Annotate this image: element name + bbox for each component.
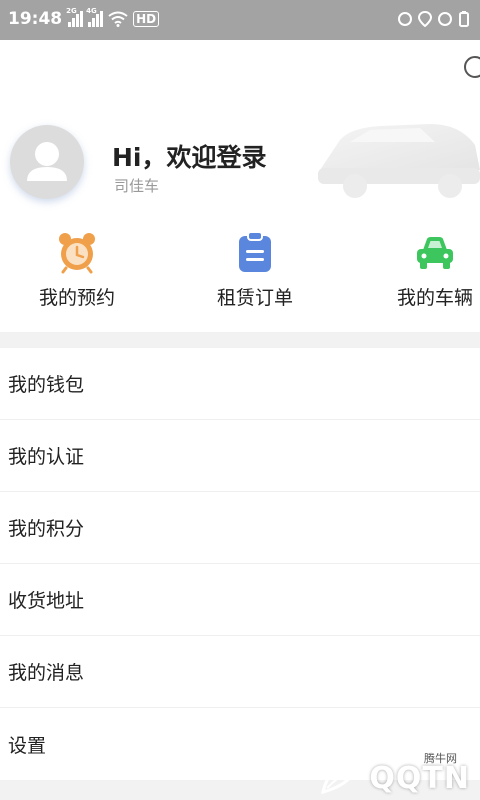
menu-item-verification[interactable]: 我的认证	[0, 420, 480, 492]
profile-header: Hi，欢迎登录 司佳车 我的预约 租赁订单 我的车辆	[0, 40, 480, 332]
menu-list: 我的钱包 我的认证 我的积分 收货地址 我的消息 设置	[0, 348, 480, 780]
watermark-logo: QQTN	[369, 761, 470, 796]
clock-status-icon	[438, 12, 452, 26]
car-icon	[417, 237, 453, 269]
alarm-status-icon	[398, 12, 412, 26]
watermark-leaf-icon	[321, 760, 362, 795]
signal-icon: 2G	[66, 7, 84, 27]
wifi-icon	[108, 11, 128, 27]
watermark: QQTN	[319, 758, 470, 796]
location-icon	[418, 11, 432, 27]
alarm-clock-icon	[59, 233, 95, 274]
menu-item-address[interactable]: 收货地址	[0, 564, 480, 636]
avatar[interactable]	[10, 125, 84, 199]
quick-action-label: 我的预约	[38, 287, 115, 309]
car-background-icon	[318, 124, 480, 198]
clipboard-icon	[239, 231, 271, 272]
battery-icon	[459, 11, 469, 27]
settings-ring-icon[interactable]	[464, 56, 480, 78]
quick-action-rental-orders[interactable]: 租赁订单	[180, 230, 330, 310]
app-name: 司佳车	[114, 177, 160, 195]
status-bar: 19:48 2G 4G HD	[0, 0, 480, 40]
menu-item-messages[interactable]: 我的消息	[0, 636, 480, 708]
hd-badge: HD	[133, 11, 160, 27]
quick-action-label: 租赁订单	[216, 287, 293, 309]
status-time: 19:48	[8, 9, 63, 29]
quick-action-label: 我的车辆	[396, 287, 473, 309]
user-icon	[27, 142, 67, 181]
quick-actions: 我的预约 租赁订单 我的车辆	[0, 230, 480, 320]
menu-item-points[interactable]: 我的积分	[0, 492, 480, 564]
signal-icon-2: 4G	[86, 7, 104, 27]
quick-action-vehicles[interactable]: 我的车辆	[360, 230, 480, 310]
quick-action-appointments[interactable]: 我的预约	[2, 230, 152, 310]
login-title[interactable]: Hi，欢迎登录	[112, 138, 267, 174]
menu-item-wallet[interactable]: 我的钱包	[0, 348, 480, 420]
